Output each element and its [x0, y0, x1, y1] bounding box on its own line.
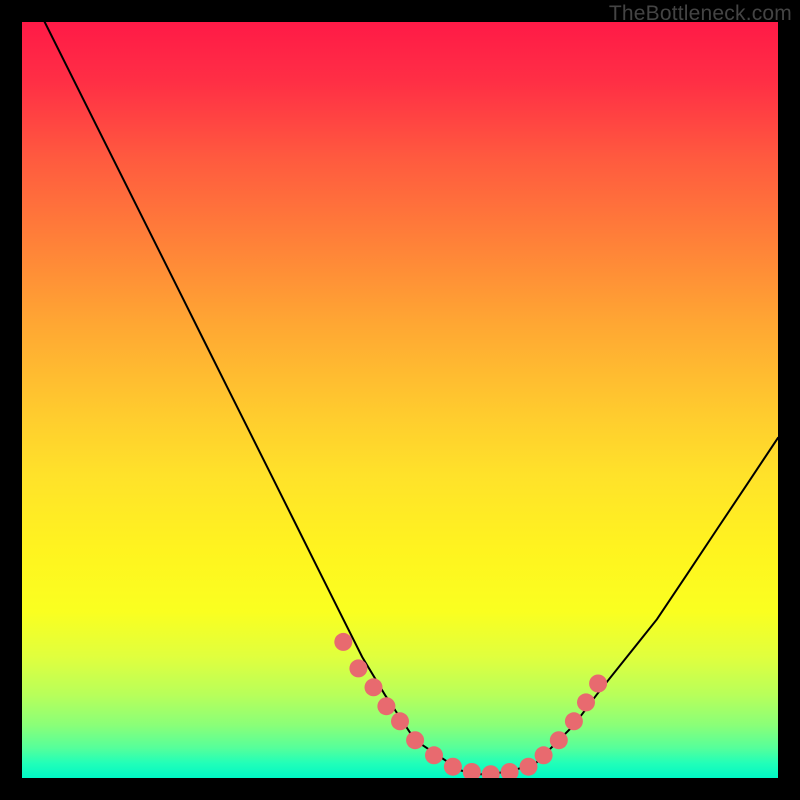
curve-marker	[406, 731, 424, 749]
curve-marker	[589, 675, 607, 693]
curve-markers	[334, 633, 607, 778]
curve-marker	[391, 712, 409, 730]
curve-marker	[535, 746, 553, 764]
curve-marker	[425, 746, 443, 764]
curve-marker	[577, 693, 595, 711]
curve-marker	[520, 758, 538, 776]
curve-marker	[501, 763, 519, 778]
curve-marker	[444, 758, 462, 776]
curve-marker	[377, 697, 395, 715]
curve-marker	[463, 763, 481, 778]
curve-marker	[334, 633, 352, 651]
bottleneck-chart	[22, 22, 778, 778]
curve-marker	[565, 712, 583, 730]
bottleneck-curve	[22, 22, 778, 774]
curve-marker	[550, 731, 568, 749]
curve-marker	[349, 659, 367, 677]
curve-marker	[482, 765, 500, 778]
curve-marker	[365, 678, 383, 696]
